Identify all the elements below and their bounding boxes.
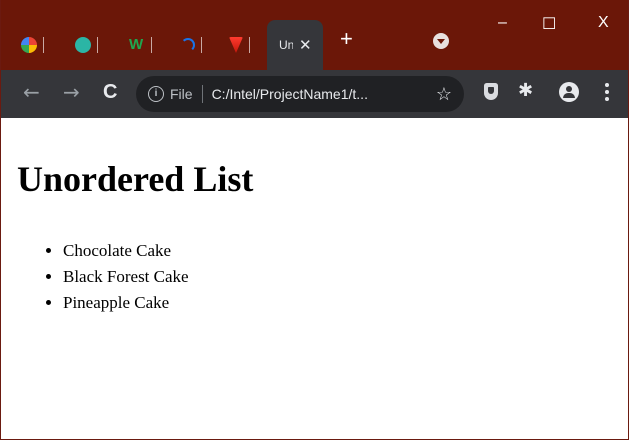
tab-google[interactable] (21, 27, 44, 63)
url-text[interactable]: C:/Intel/ProjectName1/t... (212, 86, 412, 102)
active-tab-title: Unordered List (279, 38, 293, 52)
browser-toolbar: ← → C i File C:/Intel/ProjectName1/t... … (1, 70, 628, 118)
page-heading: Unordered List (17, 159, 254, 199)
address-bar[interactable]: i File C:/Intel/ProjectName1/t... ☆ (136, 76, 464, 112)
address-separator (201, 85, 203, 103)
tab-w-site[interactable]: W (129, 27, 152, 63)
close-tab-icon[interactable]: ✕ (299, 36, 312, 54)
v-site-icon (229, 37, 243, 53)
tab-separator (249, 37, 250, 53)
reload-button[interactable]: C (103, 82, 117, 102)
minimize-button[interactable]: – (498, 14, 507, 32)
tab-unordered-list[interactable]: Unordered List ✕ (267, 20, 323, 70)
list-item: Black Forest Cake (63, 264, 189, 290)
profile-avatar-icon[interactable] (559, 82, 579, 102)
tab-search-icon[interactable] (433, 33, 449, 49)
info-icon[interactable]: i (148, 86, 164, 102)
w-site-icon: W (129, 36, 144, 53)
tab-separator (151, 37, 152, 53)
google-icon (21, 37, 37, 53)
tab-v-site[interactable] (229, 27, 250, 63)
list-item: Chocolate Cake (63, 238, 189, 264)
extension-shield-icon[interactable] (484, 83, 498, 100)
tab-separator (43, 37, 44, 53)
extensions-puzzle-icon[interactable]: ✱ (518, 80, 533, 101)
menu-dots-icon[interactable] (605, 83, 609, 101)
browser-window: W Unordered List ✕ + – ☐ X ← → C i File … (0, 0, 629, 440)
shield-site-icon (75, 37, 91, 53)
maximize-button[interactable]: ☐ (542, 14, 556, 34)
arc-site-icon (181, 38, 195, 52)
list-item: Pineapple Cake (63, 290, 189, 316)
tab-strip: W Unordered List ✕ + – ☐ X (1, 0, 628, 70)
forward-button[interactable]: → (63, 82, 80, 102)
tab-arc-site[interactable] (181, 27, 202, 63)
tab-separator (97, 37, 98, 53)
page-content: Unordered List Chocolate Cake Black Fore… (1, 118, 628, 439)
back-button[interactable]: ← (23, 82, 40, 102)
bookmark-star-icon[interactable]: ☆ (436, 84, 452, 105)
new-tab-icon[interactable]: + (340, 28, 353, 50)
tab-separator (201, 37, 202, 53)
tab-shield[interactable] (75, 27, 98, 63)
cake-list: Chocolate Cake Black Forest Cake Pineapp… (25, 238, 189, 316)
close-window-button[interactable]: X (598, 14, 609, 32)
url-scheme-label: File (170, 86, 193, 102)
